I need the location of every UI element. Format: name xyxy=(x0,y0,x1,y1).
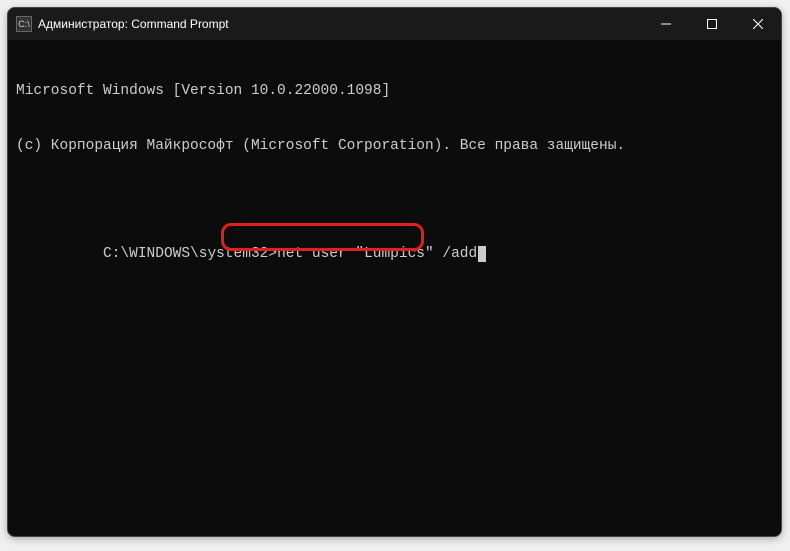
close-button[interactable] xyxy=(735,8,781,40)
command-text: net user "Lumpics" /add xyxy=(277,246,477,262)
maximize-button[interactable] xyxy=(689,8,735,40)
window-controls xyxy=(643,8,781,40)
version-line: Microsoft Windows [Version 10.0.22000.10… xyxy=(16,82,773,100)
terminal-area[interactable]: Microsoft Windows [Version 10.0.22000.10… xyxy=(8,40,781,536)
command-line: C:\WINDOWS\system32>net user "Lumpics" /… xyxy=(51,227,486,300)
cmd-icon: C:\ xyxy=(16,16,32,32)
blank-line xyxy=(16,191,773,209)
copyright-line: (c) Корпорация Майкрософт (Microsoft Cor… xyxy=(16,137,773,155)
command-prompt-window: C:\ Администратор: Command Prompt Micros… xyxy=(7,7,782,537)
minimize-button[interactable] xyxy=(643,8,689,40)
prompt-text: C:\WINDOWS\system32> xyxy=(103,246,277,262)
cursor xyxy=(478,246,486,262)
titlebar[interactable]: C:\ Администратор: Command Prompt xyxy=(8,8,781,40)
window-title: Администратор: Command Prompt xyxy=(38,17,643,31)
